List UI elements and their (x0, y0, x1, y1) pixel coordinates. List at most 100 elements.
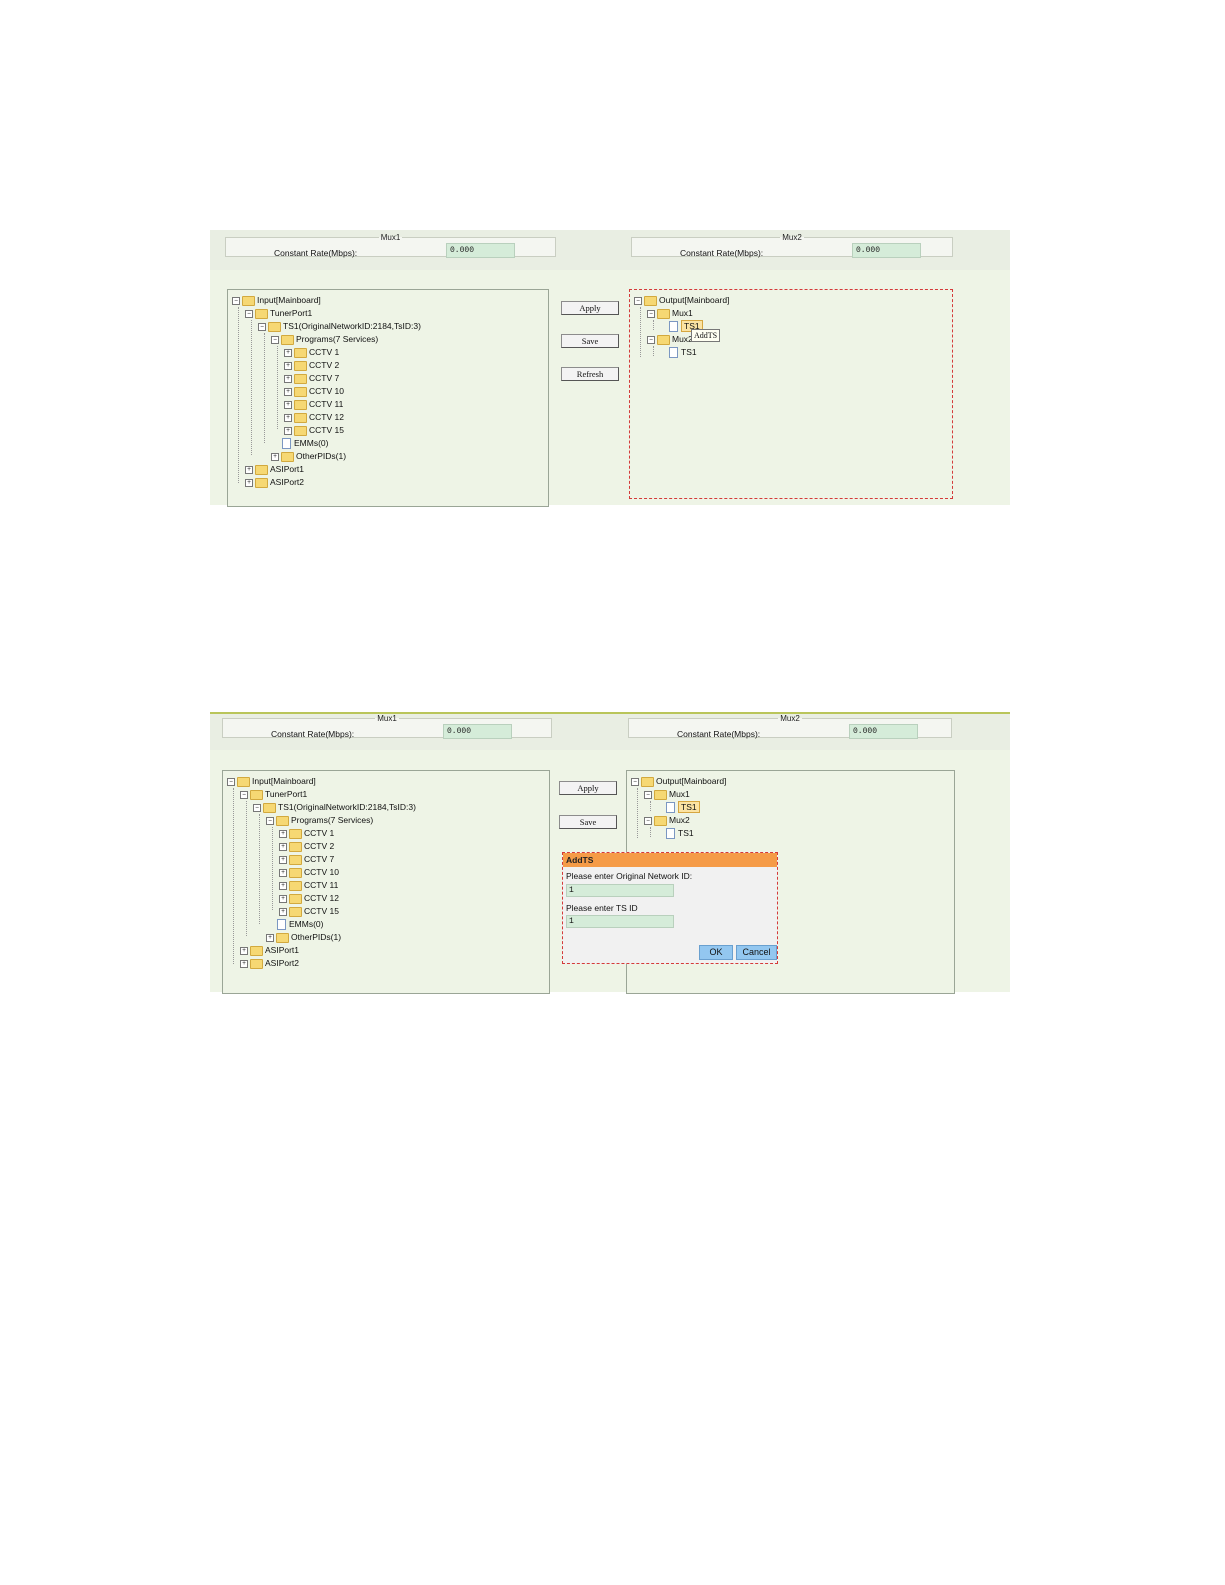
expand-icon[interactable]: + (284, 361, 292, 370)
expand-icon[interactable]: + (279, 829, 287, 838)
save-button[interactable]: Save (559, 815, 617, 829)
collapse-icon[interactable]: − (271, 335, 279, 344)
tree-node-asiport2[interactable]: + ASIPort2 (245, 476, 304, 488)
tree-node-asiport1[interactable]: + ASIPort1 (240, 944, 299, 956)
output-tree-panel[interactable]: − Output[Mainboard] − Mux1 TS1 − Mux2 TS1 A… (629, 289, 953, 499)
tree-node-ts1[interactable]: − TS1(OriginalNetworkID:2184,TsID:3) (253, 801, 416, 813)
tree-node-service[interactable]: + CCTV 7 (279, 853, 334, 865)
tree-node-service[interactable]: + CCTV 15 (279, 905, 339, 917)
collapse-icon[interactable]: − (266, 816, 274, 825)
tree-node-mux2[interactable]: − Mux2 (644, 814, 690, 826)
tree-node-tunerport1[interactable]: − TunerPort1 (240, 788, 307, 800)
tree-node-service[interactable]: + CCTV 2 (284, 359, 339, 371)
apply-button[interactable]: Apply (561, 301, 619, 315)
tree-node-input-mainboard[interactable]: − Input[Mainboard] (232, 294, 321, 306)
collapse-icon[interactable]: − (245, 309, 253, 318)
expand-icon[interactable]: + (284, 374, 292, 383)
expand-icon[interactable]: + (245, 478, 253, 487)
tree-node-programs[interactable]: − Programs(7 Services) (266, 814, 373, 826)
tree-node-service[interactable]: + CCTV 10 (284, 385, 344, 397)
tree-node-service[interactable]: + CCTV 7 (284, 372, 339, 384)
tree-node-mux1-ts1[interactable]: TS1 (666, 801, 700, 814)
expand-icon[interactable]: + (284, 413, 292, 422)
context-menu-addts[interactable]: AddTS (691, 329, 721, 342)
tree-node-service[interactable]: + CCTV 1 (279, 827, 334, 839)
ts-id-input[interactable]: 1 (566, 915, 674, 928)
collapse-icon[interactable]: − (232, 296, 240, 305)
tree-node-service[interactable]: + CCTV 10 (279, 866, 339, 878)
save-button[interactable]: Save (561, 334, 619, 348)
tree-node-service[interactable]: + CCTV 11 (279, 879, 338, 891)
expand-icon[interactable]: + (279, 842, 287, 851)
expand-icon[interactable]: + (284, 400, 292, 409)
collapse-icon[interactable]: − (644, 816, 652, 825)
expand-icon[interactable]: + (279, 881, 287, 890)
tree-node-service[interactable]: + CCTV 2 (279, 840, 334, 852)
expand-icon[interactable]: + (284, 348, 292, 357)
expand-icon[interactable]: + (240, 946, 248, 955)
folder-icon (289, 828, 302, 839)
tree-node-service[interactable]: + CCTV 11 (284, 398, 343, 410)
folder-icon (644, 295, 657, 306)
expand-icon[interactable]: + (279, 868, 287, 877)
expand-icon[interactable]: + (279, 907, 287, 916)
tree-node-otherpids[interactable]: + OtherPIDs(1) (271, 450, 346, 462)
tree-node-emms[interactable]: EMMs(0) (282, 437, 328, 450)
expand-icon[interactable]: + (266, 933, 274, 942)
expand-icon[interactable]: + (240, 959, 248, 968)
tree-node-mux1[interactable]: − Mux1 (644, 788, 690, 800)
tree-node-mux2[interactable]: − Mux2 (647, 333, 693, 345)
tree-node-mux1[interactable]: − Mux1 (647, 307, 693, 319)
ok-button[interactable]: OK (699, 945, 733, 960)
tree-node-tunerport1[interactable]: − TunerPort1 (245, 307, 312, 319)
folder-icon (289, 854, 302, 865)
cancel-button[interactable]: Cancel (736, 945, 777, 960)
mux1-rate-field[interactable]: 0.000 (446, 243, 515, 258)
tree-node-asiport1[interactable]: + ASIPort1 (245, 463, 304, 475)
tree-node-ts1[interactable]: − TS1(OriginalNetworkID:2184,TsID:3) (258, 320, 421, 332)
tree-node-service[interactable]: + CCTV 1 (284, 346, 339, 358)
collapse-icon[interactable]: − (258, 322, 266, 331)
collapse-icon[interactable]: − (634, 296, 642, 305)
collapse-icon[interactable]: − (647, 335, 655, 344)
folder-icon (294, 347, 307, 358)
collapse-icon[interactable]: − (227, 777, 235, 786)
expand-icon[interactable]: + (271, 452, 279, 461)
tree-node-output-mainboard[interactable]: − Output[Mainboard] (631, 775, 726, 787)
expand-icon[interactable]: + (279, 855, 287, 864)
tree-node-asiport2[interactable]: + ASIPort2 (240, 957, 299, 969)
tree-node-otherpids[interactable]: + OtherPIDs(1) (266, 931, 341, 943)
mux1-rate-group: Mux1 Constant Rate(Mbps): 0.000 (225, 233, 556, 258)
collapse-icon[interactable]: − (240, 790, 248, 799)
collapse-icon[interactable]: − (253, 803, 261, 812)
apply-button[interactable]: Apply (559, 781, 617, 795)
collapse-icon[interactable]: − (644, 790, 652, 799)
file-icon (277, 919, 286, 931)
network-id-input[interactable]: 1 (566, 884, 674, 897)
expand-icon[interactable]: + (284, 426, 292, 435)
mux2-rate-field[interactable]: 0.000 (852, 243, 921, 258)
expand-icon[interactable]: + (284, 387, 292, 396)
mux2-rate-field[interactable]: 0.000 (849, 724, 918, 739)
collapse-icon[interactable]: − (631, 777, 639, 786)
tree-node-service[interactable]: + CCTV 15 (284, 424, 344, 436)
tree-node-mux2-ts1[interactable]: TS1 (666, 827, 694, 840)
folder-icon (294, 399, 307, 410)
tree-node-service[interactable]: + CCTV 12 (284, 411, 344, 423)
tree-node-programs[interactable]: − Programs(7 Services) (271, 333, 378, 345)
tree-node-input-mainboard[interactable]: − Input[Mainboard] (227, 775, 316, 787)
folder-icon (276, 815, 289, 826)
collapse-icon[interactable]: − (647, 309, 655, 318)
folder-icon (657, 308, 670, 319)
mux1-rate-field[interactable]: 0.000 (443, 724, 512, 739)
expand-icon[interactable]: + (245, 465, 253, 474)
tree-node-mux2-ts1[interactable]: TS1 (669, 346, 697, 359)
refresh-button[interactable]: Refresh (561, 367, 619, 381)
tree-node-service[interactable]: + CCTV 12 (279, 892, 339, 904)
tree-node-output-mainboard[interactable]: − Output[Mainboard] (634, 294, 729, 306)
dialog-title: AddTS (563, 853, 777, 867)
folder-icon (263, 802, 276, 813)
tree-node-emms[interactable]: EMMs(0) (277, 918, 323, 931)
folder-icon (654, 815, 667, 826)
expand-icon[interactable]: + (279, 894, 287, 903)
